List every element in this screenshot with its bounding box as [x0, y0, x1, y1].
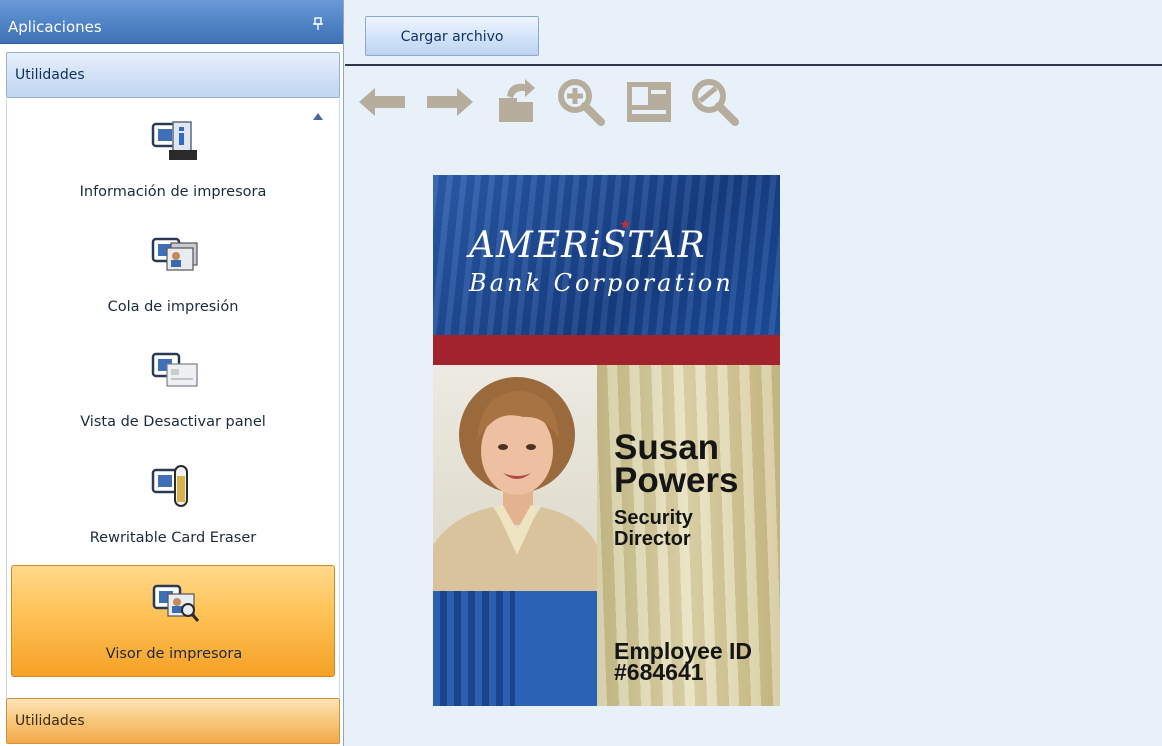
card-name-first: Susan: [614, 428, 720, 467]
print-queue-icon: [151, 237, 198, 271]
group-header-utilidades-bottom[interactable]: Utilidades: [6, 698, 340, 744]
rotate-icon[interactable]: [491, 78, 541, 126]
sidebar-item-card-eraser[interactable]: Rewritable Card Eraser: [11, 450, 335, 562]
pin-icon[interactable]: [311, 17, 325, 31]
zoom-out-icon[interactable]: [689, 78, 743, 126]
star-icon: ★: [619, 217, 632, 233]
applications-header: Aplicaciones: [0, 0, 343, 44]
card-employee-title: Security Director: [614, 508, 693, 550]
group-header-utilidades-top[interactable]: Utilidades: [6, 52, 340, 98]
sidebar-item-label: Rewritable Card Eraser: [89, 530, 257, 546]
card-eraser-icon: [151, 465, 188, 507]
arrow-left-icon[interactable]: [355, 78, 411, 126]
sidebar-item-label: Visor de impresora: [105, 646, 243, 662]
group-label: Utilidades: [15, 67, 85, 83]
arrow-right-icon[interactable]: [421, 78, 477, 126]
card-employee-id: Employee ID #684641: [614, 640, 752, 685]
load-file-button[interactable]: Cargar archivo: [365, 16, 539, 56]
card-brand-main: AMERiSTAR: [469, 225, 706, 266]
card-brand-sub: Bank Corporation: [469, 269, 734, 297]
applications-title: Aplicaciones: [8, 18, 102, 36]
card-employee-name: Susan Powers: [614, 428, 739, 500]
applications-list: Información de impresora Cola de impresi…: [6, 100, 340, 698]
sidebar-item-label: Vista de Desactivar panel: [80, 414, 266, 430]
applications-panel: Aplicaciones Utilidades Información de i…: [0, 0, 344, 746]
sidebar-item-label: Información de impresora: [79, 184, 267, 200]
card-empid-value: #684641: [614, 659, 704, 685]
printer-viewer-main: Cargar archivo AMERiSTAR ★ Bank Corporat…: [345, 0, 1162, 746]
id-card-icon[interactable]: [623, 78, 675, 126]
card-bottom-block: [515, 591, 597, 706]
sidebar-item-disable-panel-view[interactable]: Vista de Desactivar panel: [11, 334, 335, 446]
card-name-last: Powers: [614, 461, 739, 500]
group-label: Utilidades: [15, 713, 85, 729]
sidebar-item-label: Cola de impresión: [107, 299, 239, 315]
printer-viewer-icon: [152, 584, 200, 622]
sidebar-item-printer-viewer[interactable]: Visor de impresora: [11, 565, 335, 677]
employee-photo: [433, 377, 597, 591]
id-card-preview: AMERiSTAR ★ Bank Corporation Susan Power…: [433, 175, 780, 706]
divider: [345, 64, 1162, 66]
printer-info-icon: [151, 121, 197, 160]
sidebar-item-print-queue[interactable]: Cola de impresión: [11, 219, 335, 331]
card-title-line1: Security: [614, 507, 693, 529]
disable-panel-view-icon: [151, 352, 198, 387]
card-red-band: [433, 335, 780, 365]
card-title-line2: Director: [614, 528, 691, 550]
sidebar-item-printer-info[interactable]: Información de impresora: [11, 104, 335, 216]
zoom-in-icon[interactable]: [555, 78, 609, 126]
